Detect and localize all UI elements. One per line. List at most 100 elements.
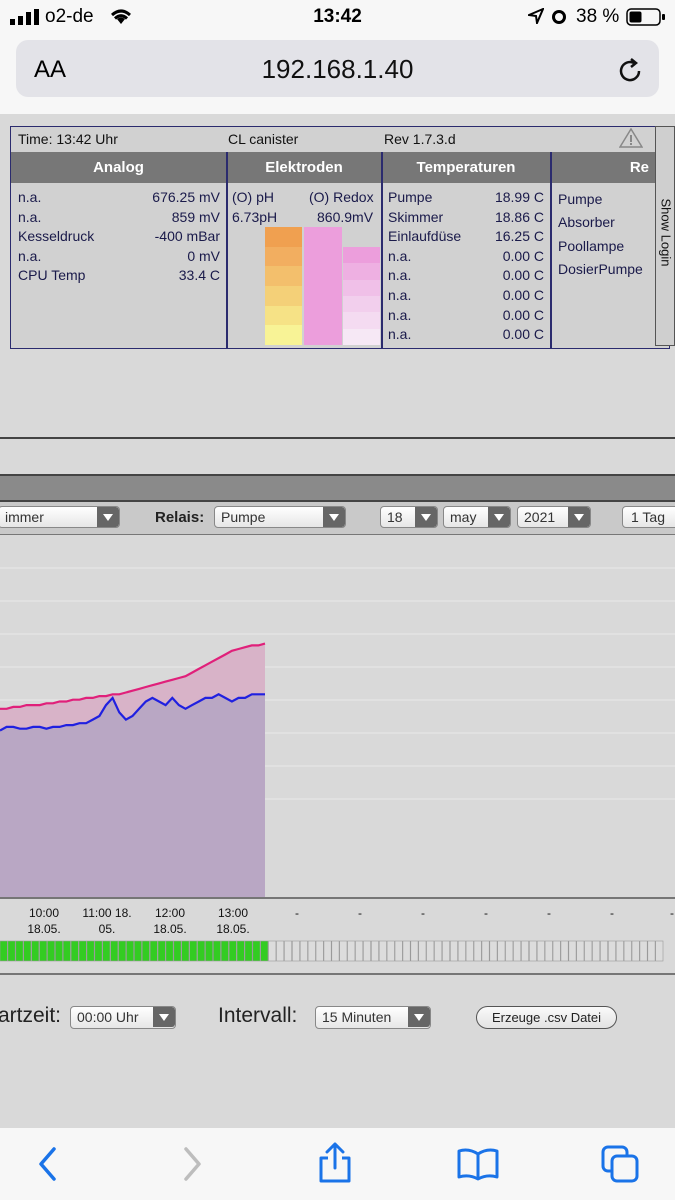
month-select[interactable]: may (443, 506, 511, 528)
relay-state-cell (386, 940, 395, 962)
warning-icon[interactable] (619, 128, 643, 148)
show-login-tab[interactable]: Show Login (655, 126, 675, 346)
year-select[interactable]: 2021 (517, 506, 591, 528)
device-label: CL canister (228, 131, 299, 147)
range-select[interactable]: 1 Tag (622, 506, 675, 528)
relay-state-cell (62, 940, 71, 962)
temp-row: n.a. 0.00 C (388, 307, 544, 327)
forward-icon[interactable] (180, 1146, 204, 1182)
back-icon[interactable] (36, 1146, 60, 1182)
relay-state-cell (576, 940, 585, 962)
analog-row: n.a. 859 mV (18, 209, 220, 229)
analog-value: 676.25 mV (152, 189, 220, 205)
relais-item[interactable]: DosierPumpe (558, 261, 654, 284)
relay-state-cell (213, 940, 221, 962)
x-tick-label: 18.05. (216, 922, 249, 936)
relay-state-cell (442, 940, 450, 962)
relay-state-cell (607, 940, 616, 962)
ph-scale-step (265, 266, 302, 286)
relay-state-cell (149, 940, 158, 962)
relay-state-cell (157, 940, 166, 962)
day-select[interactable]: 18 (380, 506, 438, 528)
temp-name: n.a. (388, 267, 412, 284)
relay-state-cell (236, 940, 245, 962)
temp-value: 0.00 C (502, 286, 544, 303)
relay-state-cell (284, 940, 292, 962)
relay-state-cell (481, 940, 490, 962)
x-tick-label: 18.05. (153, 922, 186, 936)
temp-row: n.a. 0.00 C (388, 326, 544, 346)
temp-name: Pumpe (388, 189, 433, 205)
startzeit-select[interactable]: 00:00 Uhr (70, 1006, 176, 1029)
temp-value: 18.86 C (494, 208, 544, 225)
relais-item[interactable]: Pumpe (558, 191, 654, 214)
temp-name: n.a. (388, 286, 412, 303)
temp-value: 18.99 C (494, 189, 544, 205)
relay-state-cell (418, 940, 427, 962)
csv-export-button[interactable]: Erzeuge .csv Datei (476, 1006, 617, 1029)
chevron-down-icon (568, 507, 590, 527)
analog-row: Kesseldruck -400 mBar (18, 228, 220, 248)
temp-row: n.a. 0.00 C (388, 248, 544, 268)
sensor-select[interactable]: immer (0, 506, 120, 528)
relay-state-cell (15, 940, 24, 962)
relay-state-cell (639, 940, 648, 962)
alarm-icon (552, 10, 566, 24)
temp-row: Einlaufdüse 16.25 C (388, 228, 544, 248)
relais-select-value: Pumpe (221, 509, 266, 525)
relay-state-cell (110, 940, 119, 962)
temp-value: 0.00 C (502, 247, 544, 264)
temp-name: n.a. (388, 247, 412, 264)
redox-level-bar (304, 227, 342, 345)
ph-scale-step (265, 246, 302, 267)
x-tick-label: - (421, 906, 425, 920)
relay-state-cell (631, 940, 640, 962)
redox-scale-step (343, 247, 380, 264)
relais-item[interactable]: Poollampe (558, 238, 654, 261)
relais-item[interactable]: Absorber (558, 214, 654, 237)
share-icon[interactable] (316, 1140, 354, 1184)
redox-scale-step (343, 263, 380, 280)
relais-select[interactable]: Pumpe (214, 506, 346, 528)
relay-state-cell (252, 940, 261, 962)
intervall-select[interactable]: 15 Minuten (315, 1006, 431, 1029)
relais-label: Relais: (155, 509, 205, 526)
relay-state-cell (449, 940, 458, 962)
startzeit-select-value: 00:00 Uhr (77, 1009, 139, 1025)
relay-state-cell (323, 940, 332, 962)
column-divider (381, 152, 383, 349)
relay-state-cell (94, 940, 103, 962)
chevron-down-icon (323, 507, 345, 527)
ph-scale-step (265, 227, 302, 247)
relay-state-cell (118, 940, 127, 962)
analog-row: n.a. 676.25 mV (18, 189, 220, 209)
relay-state-cell (276, 940, 285, 962)
clock: 13:42 (313, 6, 362, 27)
show-login-label: Show Login (658, 198, 674, 267)
redox-label: (O) Redox (309, 189, 374, 205)
month-select-value: may (450, 509, 477, 525)
relay-state-cell (457, 940, 466, 962)
tabs-icon[interactable] (600, 1144, 640, 1184)
relay-state-cell (260, 940, 269, 962)
relay-state-cell (363, 940, 371, 962)
location-icon (528, 8, 544, 24)
relay-state-cell (189, 940, 198, 962)
bookmarks-icon[interactable] (456, 1146, 500, 1182)
relay-state-cell (86, 940, 95, 962)
relay-state-cell (623, 940, 632, 962)
relay-state-cell (655, 940, 664, 962)
x-tick-label: - (295, 906, 299, 920)
ph-scale-step (265, 305, 302, 326)
relay-state-cell (426, 940, 435, 962)
relay-state-cell (23, 940, 32, 962)
x-tick-label: 12:00 (155, 906, 185, 920)
ph-color-scale (265, 227, 302, 345)
relay-state-cell (521, 940, 530, 962)
reload-icon[interactable] (615, 56, 645, 86)
url-text[interactable]: 192.168.1.40 (0, 54, 675, 85)
relay-state-cell (173, 940, 182, 962)
chevron-down-icon (415, 507, 437, 527)
relay-state-cell (228, 940, 237, 962)
relay-state-cell (528, 940, 537, 962)
